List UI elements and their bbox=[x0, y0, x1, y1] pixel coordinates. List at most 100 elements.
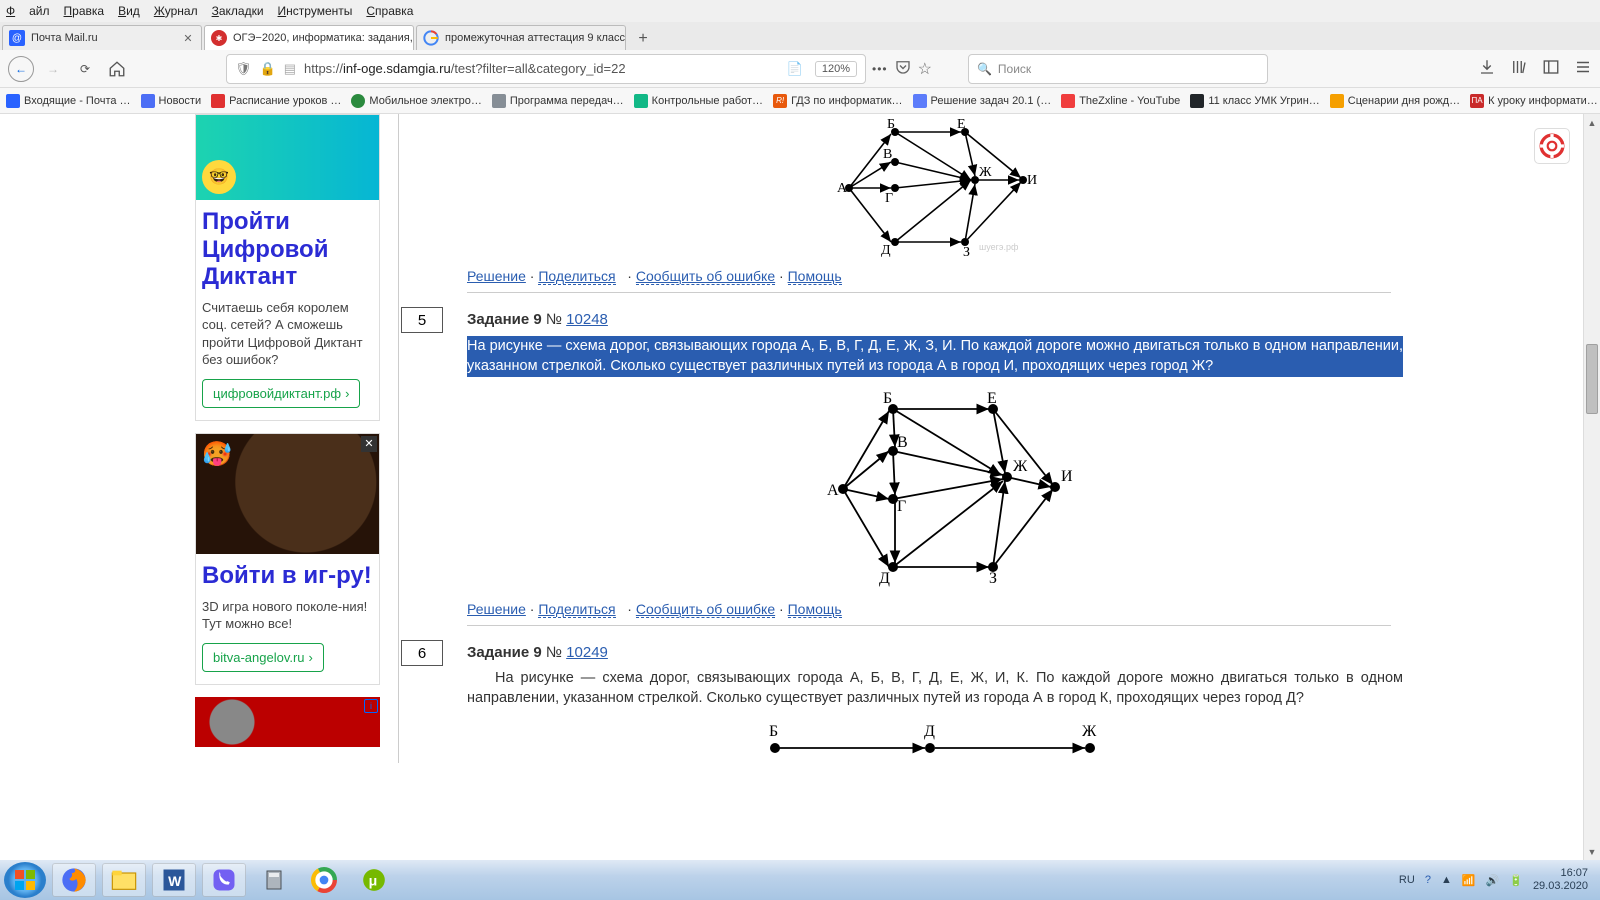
bookmark-11[interactable]: ПАК уроку информати… bbox=[1470, 94, 1598, 108]
graph3-label-1: Д bbox=[924, 723, 935, 740]
menu-view[interactable]: Вид bbox=[118, 4, 140, 18]
scroll-up-icon[interactable]: ▲ bbox=[1584, 114, 1600, 131]
share-link[interactable]: Поделиться bbox=[538, 268, 615, 285]
vertical-scrollbar[interactable]: ▲ ▼ bbox=[1583, 114, 1600, 860]
calculator-icon[interactable] bbox=[252, 863, 296, 897]
help-link[interactable]: Помощь bbox=[788, 601, 842, 618]
viber-icon[interactable] bbox=[202, 863, 246, 897]
task-5-link[interactable]: 10248 bbox=[566, 311, 608, 328]
bookmark-7[interactable]: Решение задач 20.1 (… bbox=[913, 94, 1052, 108]
tray-clock[interactable]: 16:07 29.03.2020 bbox=[1533, 867, 1588, 893]
ad-2[interactable]: 🥵 ✕ Войти в иг-ру! 3D игра нового поколе… bbox=[195, 433, 380, 685]
tab-0[interactable]: @ Почта Mail.ru ✕ bbox=[2, 25, 202, 50]
chevron-right-icon: › bbox=[309, 650, 313, 665]
solution-link[interactable]: Решение bbox=[467, 268, 526, 284]
solution-link[interactable]: Решение bbox=[467, 601, 526, 617]
page-actions-icon[interactable]: ••• bbox=[872, 62, 888, 76]
help-lifebuoy-button[interactable] bbox=[1534, 128, 1570, 164]
svg-text:Б: Б bbox=[883, 390, 892, 407]
chrome-icon[interactable] bbox=[302, 863, 346, 897]
task-5-actions: Решение · Поделиться · Сообщить об ошибк… bbox=[455, 601, 1403, 617]
home-button[interactable] bbox=[104, 56, 130, 82]
help-link[interactable]: Помощь bbox=[788, 268, 842, 285]
bookmark-5[interactable]: Контрольные работ… bbox=[634, 94, 763, 108]
bookmark-3[interactable]: Мобильное электро… bbox=[351, 94, 481, 108]
reader-icon[interactable]: 📄 bbox=[787, 61, 803, 77]
graph3-label-2: Ж bbox=[1082, 723, 1097, 740]
ad-1-button[interactable]: цифровойдиктант.рф› bbox=[202, 379, 360, 408]
tab-2-close-icon[interactable]: ✕ bbox=[625, 31, 626, 45]
bookmark-1[interactable]: Новости bbox=[141, 94, 202, 108]
menu-help[interactable]: Справка bbox=[366, 4, 413, 18]
firefox-icon[interactable] bbox=[52, 863, 96, 897]
google-icon bbox=[423, 30, 439, 46]
tab-0-close-icon[interactable]: ✕ bbox=[181, 31, 195, 45]
ad-2-text: 3D игра нового поколе-ния! Тут можно все… bbox=[196, 594, 379, 643]
bookmark-10[interactable]: Сценарии дня рожд… bbox=[1330, 94, 1460, 108]
ad-2-banner: 🥵 ✕ bbox=[196, 434, 379, 554]
task-5-text[interactable]: На рисунке — схема дорог, связывающих го… bbox=[467, 336, 1403, 377]
task-prev-graph: АБВГД ЕЖЗИ шуегэ.рф bbox=[835, 118, 1055, 258]
permissions-icon[interactable]: ▤ bbox=[284, 61, 296, 77]
task-6-link[interactable]: 10249 bbox=[566, 644, 608, 661]
svg-text:W: W bbox=[168, 873, 182, 889]
bookmark-0[interactable]: Входящие - Почта … bbox=[6, 94, 131, 108]
new-tab-button[interactable]: + bbox=[632, 28, 654, 50]
menu-file[interactable]: Файл bbox=[6, 4, 50, 18]
menu-edit[interactable]: Правка bbox=[64, 4, 105, 18]
download-icon[interactable] bbox=[1478, 58, 1496, 79]
menu-tools[interactable]: Инструменты bbox=[278, 4, 353, 18]
scrollbar-thumb[interactable] bbox=[1586, 344, 1598, 414]
search-bar[interactable]: 🔍 Поиск bbox=[968, 54, 1268, 84]
pocket-icon[interactable] bbox=[894, 58, 912, 79]
explorer-icon[interactable] bbox=[102, 863, 146, 897]
back-button[interactable]: ← bbox=[8, 56, 34, 82]
shield-icon[interactable]: 🛡 bbox=[235, 61, 252, 77]
svg-text:З: З bbox=[989, 570, 997, 587]
ad-info-icon[interactable]: i bbox=[364, 699, 378, 713]
ad-1-text: Считаешь себя королем соц. сетей? А смож… bbox=[196, 295, 379, 379]
tray-network-icon[interactable]: 📶 bbox=[1462, 874, 1476, 887]
ad-1[interactable]: 🤓 Пройти Цифровой Диктант Считаешь себя … bbox=[195, 114, 380, 421]
toolbar-right bbox=[1478, 58, 1592, 79]
menu-icon[interactable] bbox=[1574, 58, 1592, 79]
forward-button[interactable]: → bbox=[40, 56, 66, 82]
scroll-down-icon[interactable]: ▼ bbox=[1584, 843, 1600, 860]
share-link[interactable]: Поделиться bbox=[538, 601, 615, 618]
bookmark-6[interactable]: R!ГДЗ по информатик… bbox=[773, 94, 902, 108]
bookmark-4[interactable]: Программа передач… bbox=[492, 94, 624, 108]
word-icon[interactable]: W bbox=[152, 863, 196, 897]
reload-button[interactable]: ⟳ bbox=[72, 56, 98, 82]
library-icon[interactable] bbox=[1510, 58, 1528, 79]
tray-volume-icon[interactable]: 🔊 bbox=[1486, 874, 1500, 887]
separator bbox=[467, 292, 1391, 293]
menu-bookmarks[interactable]: Закладки bbox=[212, 4, 264, 18]
start-button[interactable] bbox=[4, 862, 46, 898]
bookmark-2[interactable]: Расписание уроков … bbox=[211, 94, 341, 108]
tray-flag-icon[interactable]: ▲ bbox=[1441, 874, 1452, 886]
url-bar[interactable]: 🛡 🔒 ▤ https://inf-oge.sdamgia.ru/test?fi… bbox=[226, 54, 866, 84]
tab-2[interactable]: промежуточная аттестация 9 класс ✕ bbox=[416, 25, 626, 50]
bookmark-9[interactable]: 11 класс УМК Угрин… bbox=[1190, 94, 1319, 108]
utorrent-icon[interactable]: μ bbox=[352, 863, 396, 897]
tray-help-icon[interactable]: ? bbox=[1425, 874, 1431, 886]
tab-1-close-icon[interactable]: ✕ bbox=[413, 31, 414, 45]
ad-2-button[interactable]: bitva-angelov.ru› bbox=[202, 643, 324, 672]
nav-bar: ← → ⟳ 🛡 🔒 ▤ https://inf-oge.sdamgia.ru/t… bbox=[0, 50, 1600, 88]
bookmark-8[interactable]: TheZxline - YouTube bbox=[1061, 94, 1180, 108]
menu-history[interactable]: Журнал bbox=[154, 4, 198, 18]
report-link[interactable]: Сообщить об ошибке bbox=[636, 268, 775, 285]
ad-2-title: Войти в иг-ру! bbox=[196, 554, 379, 594]
tray-lang[interactable]: RU bbox=[1399, 874, 1415, 886]
sidebar-icon[interactable] bbox=[1542, 58, 1560, 79]
zoom-badge[interactable]: 120% bbox=[815, 61, 857, 77]
svg-text:И: И bbox=[1027, 173, 1037, 188]
lock-icon[interactable]: 🔒 bbox=[260, 61, 276, 77]
star-icon[interactable]: ☆ bbox=[918, 59, 932, 79]
tray-battery-icon[interactable]: 🔋 bbox=[1509, 874, 1523, 887]
tab-1[interactable]: ✱ ОГЭ−2020, информатика: задания, ✕ bbox=[204, 25, 414, 50]
report-link[interactable]: Сообщить об ошибке bbox=[636, 601, 775, 618]
ad-2-close-icon[interactable]: ✕ bbox=[361, 436, 377, 452]
nerd-emoji-icon: 🤓 bbox=[202, 160, 236, 194]
ad-3[interactable]: i bbox=[195, 697, 380, 747]
